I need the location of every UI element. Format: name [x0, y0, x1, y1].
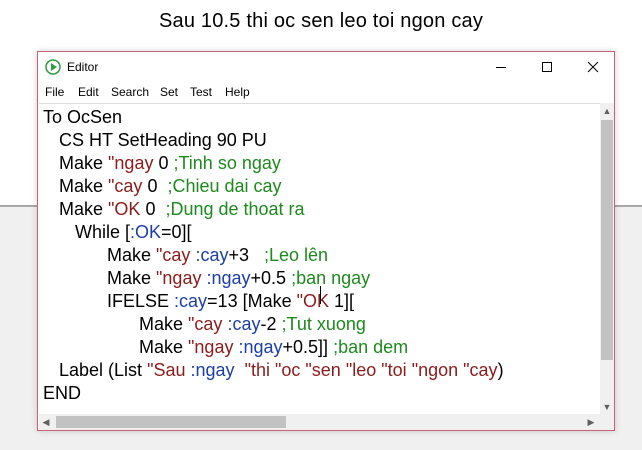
- code-token: :OK: [130, 222, 162, 242]
- vertical-scroll-thumb[interactable]: [601, 120, 613, 360]
- code-line[interactable]: Make "cay :cay+3 ;Leo lên: [107, 244, 328, 267]
- code-token: To OcSen: [43, 107, 123, 127]
- code-line[interactable]: END: [43, 382, 81, 405]
- minimize-button[interactable]: [478, 52, 524, 82]
- horizontal-scroll-thumb[interactable]: [56, 416, 286, 428]
- menu-set[interactable]: Set: [160, 85, 178, 99]
- code-token: Label (List: [59, 360, 148, 380]
- code-line[interactable]: While [:OK=0][: [75, 221, 192, 244]
- code-token: Make: [59, 153, 109, 173]
- code-token: Make: [107, 268, 157, 288]
- code-token: :ngay: [190, 360, 235, 380]
- code-editor[interactable]: To OcSen CS HT SetHeading 90 PU Make "ngay…: [39, 103, 600, 420]
- minimize-icon: [496, 67, 506, 68]
- code-token: "toi: [381, 360, 407, 380]
- code-token: +0.5: [250, 268, 292, 288]
- text-cursor: [320, 286, 321, 304]
- play-triangle-icon: [45, 59, 61, 75]
- code-token: 0: [140, 199, 166, 219]
- code-token: "cay: [108, 176, 143, 196]
- code-token: END: [43, 383, 82, 403]
- code-token: 0: [142, 176, 168, 196]
- scroll-left-icon[interactable]: ◀: [39, 414, 53, 430]
- maximize-button[interactable]: [524, 52, 570, 82]
- scrollbar-corner: [600, 414, 614, 430]
- close-button[interactable]: [570, 52, 616, 82]
- code-token: :cay: [174, 291, 208, 311]
- scroll-right-icon[interactable]: ▶: [584, 414, 598, 430]
- code-token: While [: [75, 222, 131, 242]
- close-icon: [587, 61, 599, 73]
- code-token: "Sau: [147, 360, 186, 380]
- code-token: :cay: [227, 314, 261, 334]
- horizontal-scrollbar[interactable]: ◀ ▶: [39, 414, 600, 430]
- code-token: =0][: [161, 222, 192, 242]
- code-token: "cay: [156, 245, 191, 265]
- page-heading: Sau 10.5 thi oc sen leo toi ngon cay: [158, 10, 484, 32]
- code-token: Make: [139, 337, 189, 357]
- code-line[interactable]: Make "cay :cay-2 ;Tut xuong: [139, 313, 366, 336]
- code-line[interactable]: IFELSE :cay=13 [Make "OK 1][: [107, 290, 354, 313]
- menu-help[interactable]: Help: [225, 85, 250, 99]
- code-line[interactable]: Make "ngay :ngay+0.5 ;ban ngay: [107, 267, 370, 290]
- code-token: ;Leo lên: [264, 245, 329, 265]
- menu-search[interactable]: Search: [111, 85, 149, 99]
- code-token: =13 [Make: [207, 291, 297, 311]
- code-token: "ngay: [156, 268, 202, 288]
- code-token: ;ban ngay: [291, 268, 371, 288]
- code-token: -2: [260, 314, 282, 334]
- menu-bar: File Edit Search Set Test Help: [38, 83, 614, 103]
- code-token: "oc: [274, 360, 301, 380]
- scroll-up-icon[interactable]: ▲: [600, 103, 614, 119]
- code-token: ;Tinh so ngay: [173, 153, 281, 173]
- code-token: Make: [59, 199, 109, 219]
- code-token: "sen: [305, 360, 341, 380]
- menu-test[interactable]: Test: [190, 85, 212, 99]
- code-line[interactable]: Make "cay 0 ;Chieu dai cay: [59, 175, 282, 198]
- code-token: "cay: [463, 360, 498, 380]
- code-token: Make: [139, 314, 189, 334]
- title-bar[interactable]: Editor: [38, 52, 614, 83]
- vertical-scrollbar[interactable]: ▲ ▼: [600, 103, 614, 419]
- code-token: ;Dung de thoat ra: [165, 199, 305, 219]
- editor-window: Editor File Edit Search Set Test Help To…: [37, 51, 615, 431]
- code-token: ): [497, 360, 504, 380]
- code-token: "ngay: [108, 153, 154, 173]
- window-title: Editor: [67, 60, 99, 74]
- code-token: :ngay: [238, 337, 283, 357]
- code-token: :ngay: [206, 268, 251, 288]
- code-token: CS HT SetHeading 90 PU: [59, 130, 267, 150]
- code-token: "thi: [244, 360, 270, 380]
- code-token: +0.5]]: [282, 337, 334, 357]
- code-token: ;Chieu dai cay: [167, 176, 282, 196]
- code-token: "OK: [296, 291, 330, 311]
- code-token: 1][: [329, 291, 355, 311]
- code-token: "ngon: [411, 360, 459, 380]
- menu-edit[interactable]: Edit: [78, 85, 99, 99]
- code-line[interactable]: Make "ngay :ngay+0.5]] ;ban dem: [139, 336, 408, 359]
- code-token: "ngay: [188, 337, 234, 357]
- code-token: 0: [153, 153, 174, 173]
- menu-file[interactable]: File: [45, 85, 64, 99]
- code-token: "cay: [188, 314, 223, 334]
- code-line[interactable]: To OcSen: [43, 106, 122, 129]
- maximize-icon: [542, 62, 552, 72]
- code-token: :cay: [195, 245, 229, 265]
- scroll-down-icon[interactable]: ▼: [600, 399, 614, 415]
- code-token: "leo: [345, 360, 377, 380]
- code-line[interactable]: Label (List "Sau :ngay "thi "oc "sen "le…: [59, 359, 504, 382]
- code-token: ;ban dem: [333, 337, 409, 357]
- code-token: ;Tut xuong: [281, 314, 366, 334]
- code-token: "OK: [108, 199, 141, 219]
- code-token: Make: [107, 245, 157, 265]
- code-line[interactable]: Make "ngay 0 ;Tinh so ngay: [59, 152, 281, 175]
- code-token: IFELSE: [107, 291, 175, 311]
- code-line[interactable]: Make "OK 0 ;Dung de thoat ra: [59, 198, 305, 221]
- code-token: +3: [228, 245, 264, 265]
- code-token: Make: [59, 176, 109, 196]
- code-line[interactable]: CS HT SetHeading 90 PU: [59, 129, 267, 152]
